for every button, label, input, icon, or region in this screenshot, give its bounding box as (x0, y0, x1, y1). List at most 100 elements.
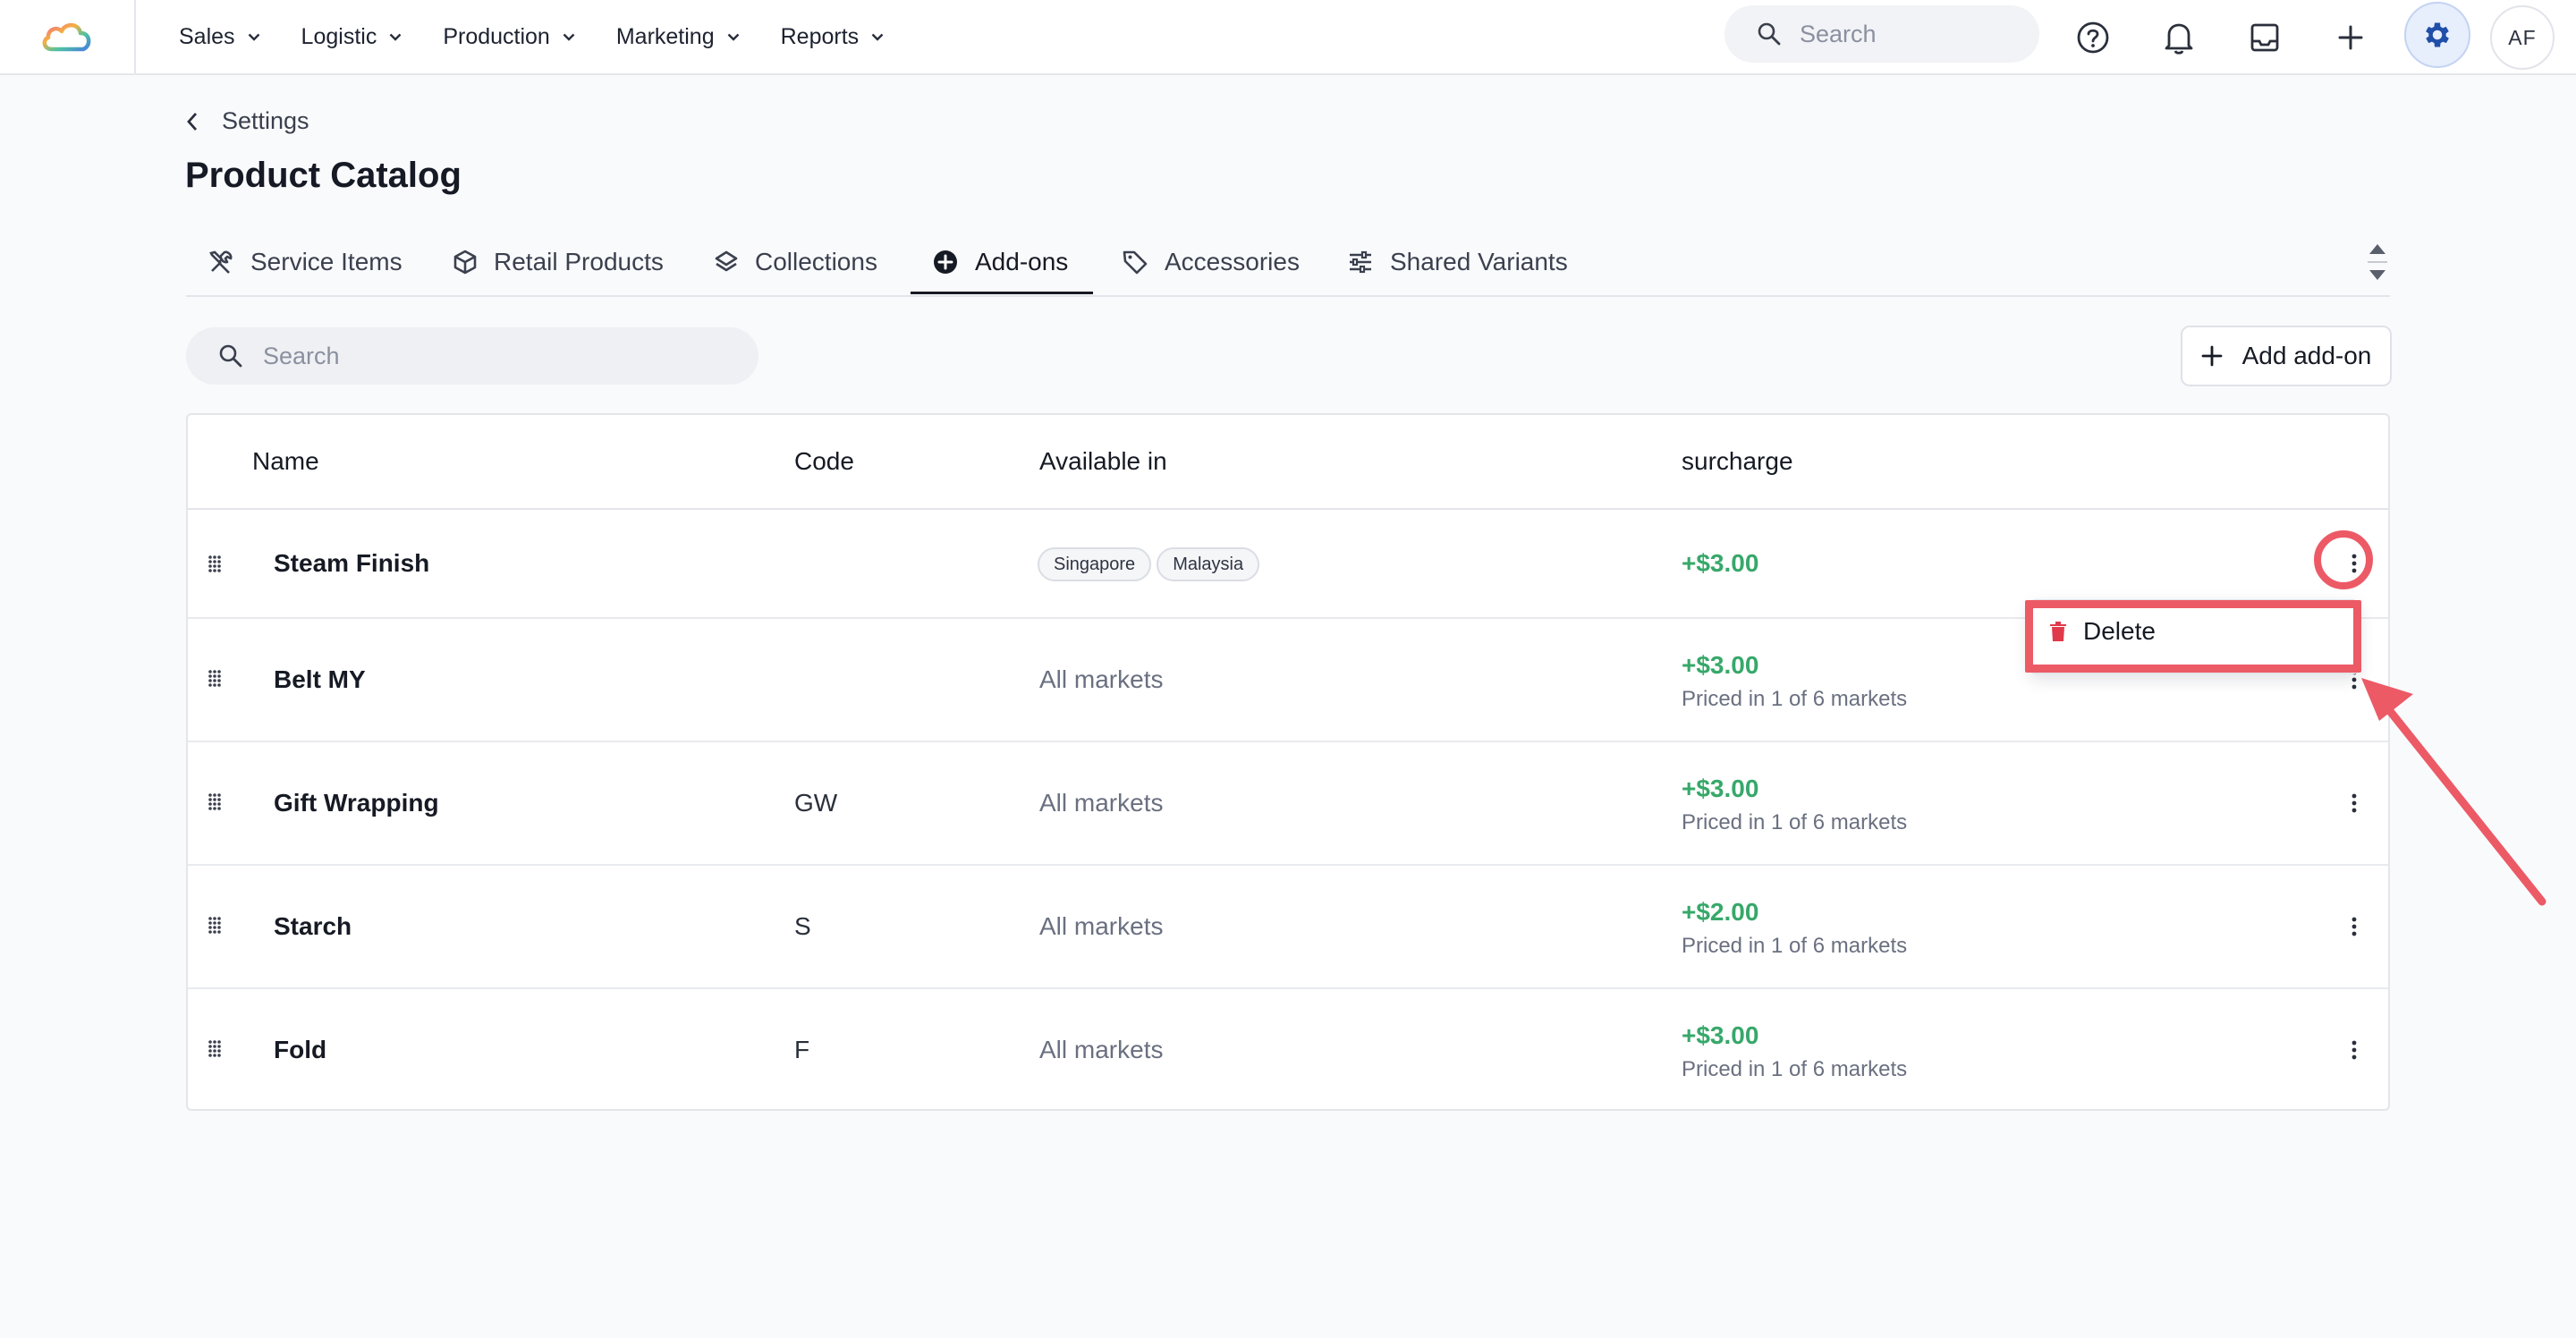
bell-icon (2165, 23, 2193, 55)
nav-logistic[interactable]: Logistic (301, 24, 402, 50)
nav-sales[interactable]: Sales (179, 24, 260, 50)
tab-shared-variants[interactable]: Shared Variants (1347, 234, 1568, 297)
addon-search-input[interactable]: Search (186, 327, 758, 385)
nav-marketing-label: Marketing (615, 23, 715, 49)
table-header: Name Code Available in surcharge (188, 415, 2388, 510)
drag-handle-icon[interactable] (208, 916, 222, 936)
top-navigation-bar: Sales Logistic Production Marketing Repo… (0, 0, 2576, 75)
availability: All markets (1039, 789, 1164, 817)
addon-code: S (794, 912, 811, 940)
surcharge-cell: +$3.00 Priced in 1 of 6 markets (1682, 775, 1907, 835)
market-chips: Singapore Malaysia (1038, 547, 1265, 581)
more-vertical-icon (2351, 917, 2357, 936)
table-row[interactable]: Gift Wrapping GW All markets +$3.00 Pric… (188, 742, 2388, 866)
tab-service-items[interactable]: Service Items (208, 234, 402, 297)
nav-marketing[interactable]: Marketing (616, 24, 740, 50)
addon-name: Steam Finish (274, 549, 430, 577)
page-title: Product Catalog (185, 156, 462, 195)
availability: All markets (1039, 1036, 1164, 1063)
table-row[interactable]: Starch S All markets +$2.00 Priced in 1 … (188, 866, 2388, 989)
tab-scroll-control[interactable] (2365, 234, 2390, 290)
tools-icon (209, 250, 233, 274)
main-menu: Sales Logistic Production Marketing Repo… (179, 24, 925, 50)
surcharge-cell: +$2.00 Priced in 1 of 6 markets (1682, 898, 1907, 959)
drag-handle-icon[interactable] (208, 1039, 222, 1059)
addon-name: Belt MY (274, 665, 366, 693)
nav-reports-label: Reports (780, 23, 860, 49)
delete-menu-item[interactable]: Delete (2049, 617, 2156, 646)
settings-button[interactable] (2404, 2, 2470, 68)
table-row[interactable]: Fold F All markets +$3.00 Priced in 1 of… (188, 989, 2388, 1111)
add-addon-button[interactable]: Add add-on (2181, 326, 2392, 386)
caret-up-icon[interactable] (2368, 241, 2387, 256)
notifications-button[interactable] (2150, 9, 2207, 66)
layers-icon (715, 250, 738, 272)
row-actions-button[interactable] (2336, 1032, 2372, 1068)
priced-markets-note: Priced in 1 of 6 markets (1682, 934, 1908, 958)
chevron-down-icon (727, 33, 739, 41)
help-button[interactable] (2064, 9, 2122, 66)
global-search-input[interactable]: Search (1724, 5, 2039, 63)
plus-icon (2338, 25, 2363, 50)
more-vertical-icon (2351, 554, 2357, 573)
plus-circle-icon (934, 250, 957, 274)
create-new-button[interactable] (2322, 9, 2379, 66)
priced-markets-note: Priced in 1 of 6 markets (1682, 810, 1908, 834)
sliders-icon (1350, 250, 1371, 274)
tab-label: Collections (755, 248, 877, 275)
avatar-initials: AF (2508, 25, 2537, 49)
surcharge-cell: +$3.00 Priced in 1 of 6 markets (1682, 1021, 1907, 1082)
tab-retail-products[interactable]: Retail Products (453, 234, 664, 297)
availability: All markets (1039, 912, 1164, 940)
nav-logistic-label: Logistic (301, 23, 377, 49)
add-addon-label: Add add-on (2241, 342, 2372, 369)
cloud-logo-icon (42, 22, 91, 52)
tab-add-ons[interactable]: Add-ons (932, 234, 1068, 297)
drag-handle-icon[interactable] (208, 555, 222, 574)
user-avatar[interactable]: AF (2490, 5, 2555, 70)
tab-collections[interactable]: Collections (714, 234, 877, 297)
inbox-button[interactable] (2236, 9, 2293, 66)
active-tab-indicator (911, 292, 1093, 294)
app-logo[interactable] (0, 0, 136, 74)
drag-handle-icon[interactable] (208, 792, 222, 812)
addon-name: Gift Wrapping (274, 789, 439, 817)
addon-code: F (794, 1036, 810, 1063)
tab-scroll-divider (2368, 261, 2387, 263)
surcharge-amount: +$3.00 (1682, 549, 1759, 577)
nav-reports[interactable]: Reports (781, 24, 885, 50)
chevron-down-icon (248, 33, 259, 41)
row-actions-button[interactable] (2336, 785, 2372, 821)
column-header-surcharge: surcharge (1682, 447, 1793, 475)
surcharge-cell: +$3.00 (1682, 549, 1758, 578)
row-actions-button[interactable] (2336, 546, 2372, 581)
market-chip: Singapore (1038, 547, 1152, 581)
tab-label: Accessories (1165, 248, 1300, 275)
breadcrumb-back-settings[interactable]: Settings (186, 107, 309, 135)
nav-production[interactable]: Production (443, 24, 575, 50)
addon-name: Fold (274, 1036, 327, 1063)
box-icon (453, 250, 477, 275)
tag-icon (1123, 250, 1148, 275)
more-vertical-icon (2351, 1040, 2357, 1060)
trash-icon (2050, 622, 2066, 641)
tab-accessories[interactable]: Accessories (1122, 234, 1300, 297)
search-icon (219, 344, 242, 368)
more-vertical-icon (2351, 793, 2357, 813)
row-actions-button[interactable] (2336, 909, 2372, 944)
surcharge-amount: +$3.00 (1682, 1021, 1759, 1049)
caret-down-icon[interactable] (2368, 268, 2387, 283)
tab-label: Add-ons (975, 248, 1069, 275)
tab-label: Shared Variants (1390, 248, 1568, 275)
surcharge-amount: +$3.00 (1682, 775, 1759, 802)
gear-icon (2426, 22, 2449, 47)
priced-markets-note: Priced in 1 of 6 markets (1682, 687, 1908, 711)
search-icon (1758, 22, 1781, 46)
global-search-placeholder: Search (1800, 20, 1877, 47)
addon-name: Starch (274, 912, 352, 940)
chevron-down-icon (389, 33, 402, 41)
nav-production-label: Production (443, 23, 550, 49)
drag-handle-icon[interactable] (208, 669, 222, 689)
column-header-code: Code (794, 447, 854, 475)
inbox-icon (2250, 23, 2279, 52)
